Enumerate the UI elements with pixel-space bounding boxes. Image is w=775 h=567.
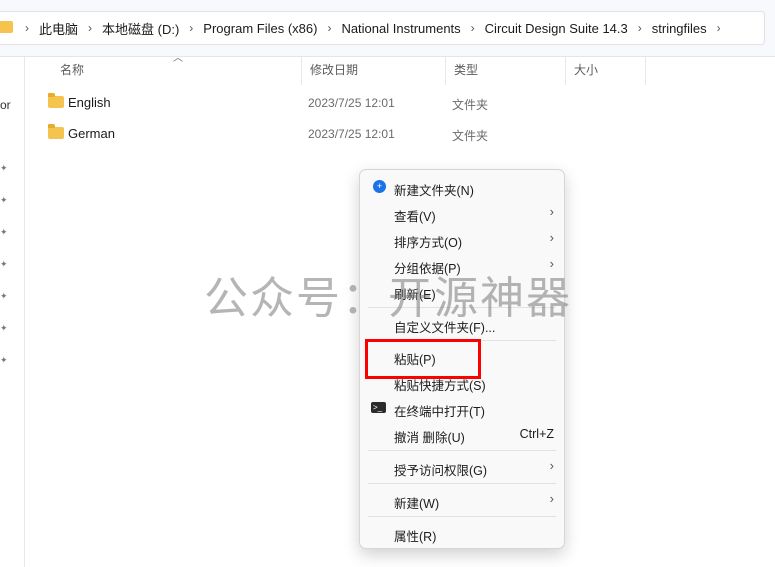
terminal-icon: >_ <box>371 402 386 413</box>
file-name[interactable]: German <box>68 126 115 141</box>
chevron-right-icon: › <box>549 256 554 271</box>
breadcrumb-item-this-pc[interactable]: 此电脑 <box>35 19 82 38</box>
menu-item-label: 属性(R) <box>394 530 437 544</box>
breadcrumb-item-program-files[interactable]: Program Files (x86) <box>199 21 321 36</box>
breadcrumb-item-circuit-design-suite[interactable]: Circuit Design Suite 14.3 <box>481 21 632 36</box>
chevron-right-icon[interactable]: › <box>321 21 337 35</box>
file-type: 文件夹 <box>452 98 489 112</box>
file-date: 2023/7/25 12:01 <box>308 127 395 141</box>
pin-icon: ✦ <box>0 291 8 301</box>
pin-icon: ✦ <box>0 163 8 173</box>
column-header-type[interactable]: 类型 <box>446 57 566 85</box>
chevron-right-icon: › <box>549 458 554 473</box>
file-name[interactable]: English <box>68 95 111 110</box>
menu-item-grant-access[interactable]: 授予访问权限(G) › <box>364 454 560 480</box>
menu-separator <box>368 307 556 308</box>
menu-item-label: 排序方式(O) <box>394 236 463 250</box>
folder-icon <box>0 21 13 33</box>
navigation-pane[interactable]: or ✦ ✦ ✦ ✦ ✦ ✦ ✦ <box>0 57 25 567</box>
pin-icon: ✦ <box>0 323 8 333</box>
breadcrumb[interactable]: › 此电脑 › 本地磁盘 (D:) › Program Files (x86) … <box>0 11 765 45</box>
file-type: 文件夹 <box>452 129 489 143</box>
file-date: 2023/7/25 12:01 <box>308 96 395 110</box>
chevron-right-icon[interactable]: › <box>82 21 98 35</box>
chevron-right-icon: › <box>549 491 554 506</box>
menu-separator <box>368 483 556 484</box>
pin-icon: ✦ <box>0 259 8 269</box>
shortcut-label: Ctrl+Z <box>519 427 554 441</box>
chevron-right-icon[interactable]: › <box>19 21 35 35</box>
pin-icon: ✦ <box>0 195 8 205</box>
menu-separator <box>368 450 556 451</box>
breadcrumb-item-stringfiles[interactable]: stringfiles <box>648 21 711 36</box>
menu-item-label: 分组依据(P) <box>394 262 461 276</box>
list-item[interactable]: English 2023/7/25 12:01 文件夹 <box>25 88 775 118</box>
column-header-name[interactable]: 名称 <box>52 57 302 85</box>
chevron-right-icon[interactable]: › <box>183 21 199 35</box>
menu-item-label: 授予访问权限(G) <box>394 464 488 478</box>
menu-item-label: 撤消 删除(U) <box>394 431 465 445</box>
address-bar: › 此电脑 › 本地磁盘 (D:) › Program Files (x86) … <box>0 0 775 57</box>
chevron-right-icon[interactable]: › <box>711 21 727 35</box>
chevron-right-icon: › <box>549 204 554 219</box>
breadcrumb-item-national-instruments[interactable]: National Instruments <box>337 21 464 36</box>
column-header-size[interactable]: 大小 <box>566 57 646 85</box>
new-folder-icon: + <box>373 180 386 193</box>
highlight-box <box>365 339 481 379</box>
menu-item-label: 新建(W) <box>394 497 440 511</box>
menu-item-label: 自定义文件夹(F)... <box>394 321 496 335</box>
menu-item-new-folder[interactable]: + 新建文件夹(N) <box>364 174 560 200</box>
chevron-right-icon[interactable]: › <box>465 21 481 35</box>
menu-item-new[interactable]: 新建(W) › <box>364 487 560 513</box>
column-header-row: ︿ 名称 修改日期 类型 大小 <box>25 53 775 85</box>
menu-item-open-in-terminal[interactable]: >_ 在终端中打开(T) <box>364 395 560 421</box>
pin-icon: ✦ <box>0 355 8 365</box>
list-item[interactable]: German 2023/7/25 12:01 文件夹 <box>25 119 775 149</box>
menu-item-group-by[interactable]: 分组依据(P) › <box>364 252 560 278</box>
menu-item-sort-by[interactable]: 排序方式(O) › <box>364 226 560 252</box>
folder-icon <box>48 124 64 139</box>
chevron-right-icon: › <box>549 230 554 245</box>
breadcrumb-item-local-disk[interactable]: 本地磁盘 (D:) <box>98 19 183 38</box>
chevron-right-icon[interactable]: › <box>632 21 648 35</box>
menu-item-properties[interactable]: 属性(R) <box>364 520 560 546</box>
column-header-date[interactable]: 修改日期 <box>302 57 446 85</box>
menu-item-label: 查看(V) <box>394 210 436 224</box>
pin-icon: ✦ <box>0 227 8 237</box>
nav-item-label[interactable]: or <box>0 98 11 112</box>
menu-item-label: 新建文件夹(N) <box>394 184 474 198</box>
folder-icon <box>48 93 64 108</box>
menu-item-customize-folder[interactable]: 自定义文件夹(F)... <box>364 311 560 337</box>
menu-item-undo-delete[interactable]: 撤消 删除(U) Ctrl+Z <box>364 421 560 447</box>
menu-item-refresh[interactable]: 刷新(E) <box>364 278 560 304</box>
menu-item-label: 在终端中打开(T) <box>394 405 485 419</box>
menu-item-label: 刷新(E) <box>394 288 436 302</box>
menu-separator <box>368 516 556 517</box>
menu-item-view[interactable]: 查看(V) › <box>364 200 560 226</box>
